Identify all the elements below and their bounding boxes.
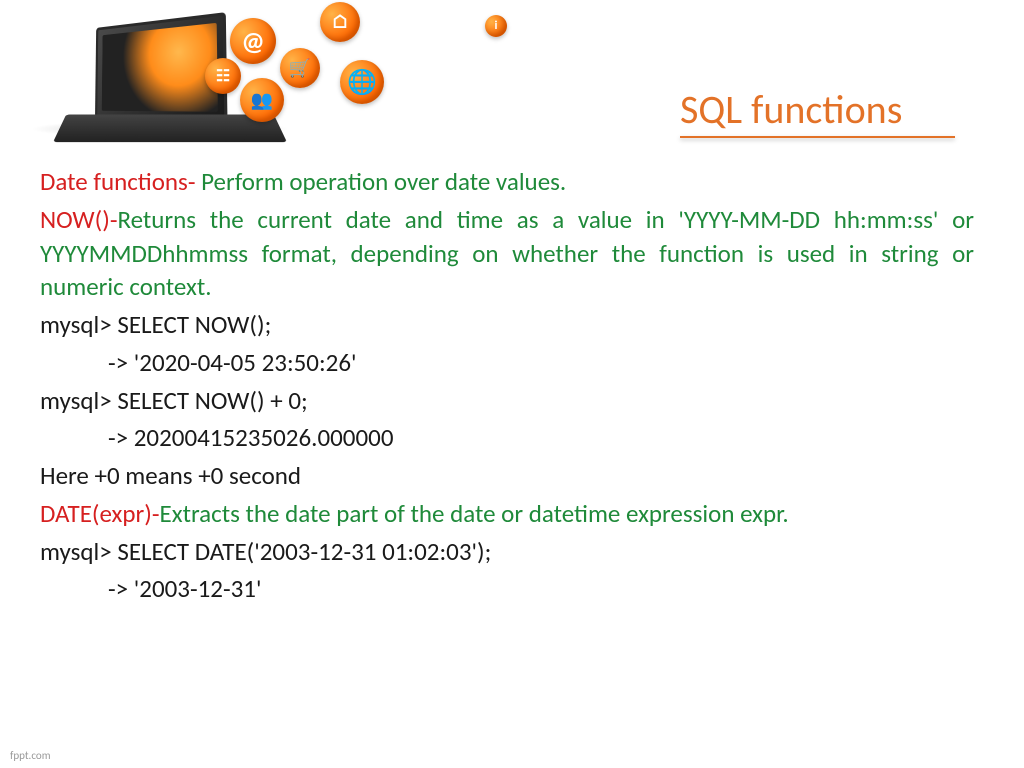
date-functions-desc: Perform operation over date values. <box>195 166 566 197</box>
globe-icon: 🌐 <box>340 60 384 104</box>
note-line: Here +0 means +0 second <box>40 459 974 493</box>
cart-icon: 🛒 <box>280 48 320 88</box>
date-functions-label: Date functions- <box>40 166 195 197</box>
slide-content: Date functions- Perform operation over d… <box>40 165 974 610</box>
now-label: NOW()- <box>40 204 117 235</box>
example3-cmd: mysql> SELECT DATE('2003-12-31 01:02:03'… <box>40 535 974 569</box>
date-expr-line: DATE(expr)-Extracts the date part of the… <box>40 497 974 531</box>
date-expr-label: DATE(expr)- <box>40 498 159 529</box>
example2-result: -> 20200415235026.000000 <box>40 421 974 455</box>
example1-cmd: mysql> SELECT NOW(); <box>40 308 974 342</box>
example2-cmd: mysql> SELECT NOW() + 0; <box>40 384 974 418</box>
laptop-graphic: ☷ @ ⌂ 🛒 🌐 👥 i <box>40 0 400 155</box>
people-icon: 👥 <box>240 78 284 122</box>
at-icon: @ <box>230 18 276 64</box>
network-icon: ☷ <box>205 58 241 94</box>
footer-watermark: fppt.com <box>10 749 50 762</box>
now-line: NOW()-Returns the current date and time … <box>40 203 974 304</box>
date-functions-line: Date functions- Perform operation over d… <box>40 165 974 199</box>
now-desc: Returns the current date and time as a v… <box>40 204 974 303</box>
example3-result: -> '2003-12-31' <box>40 572 974 606</box>
home-icon: ⌂ <box>320 2 360 42</box>
page-title: SQL functions <box>680 85 902 134</box>
example1-result: -> '2020-04-05 23:50:26' <box>40 346 974 380</box>
info-icon: i <box>485 15 507 37</box>
title-underline <box>680 136 955 138</box>
date-expr-desc: Extracts the date part of the date or da… <box>159 498 788 529</box>
